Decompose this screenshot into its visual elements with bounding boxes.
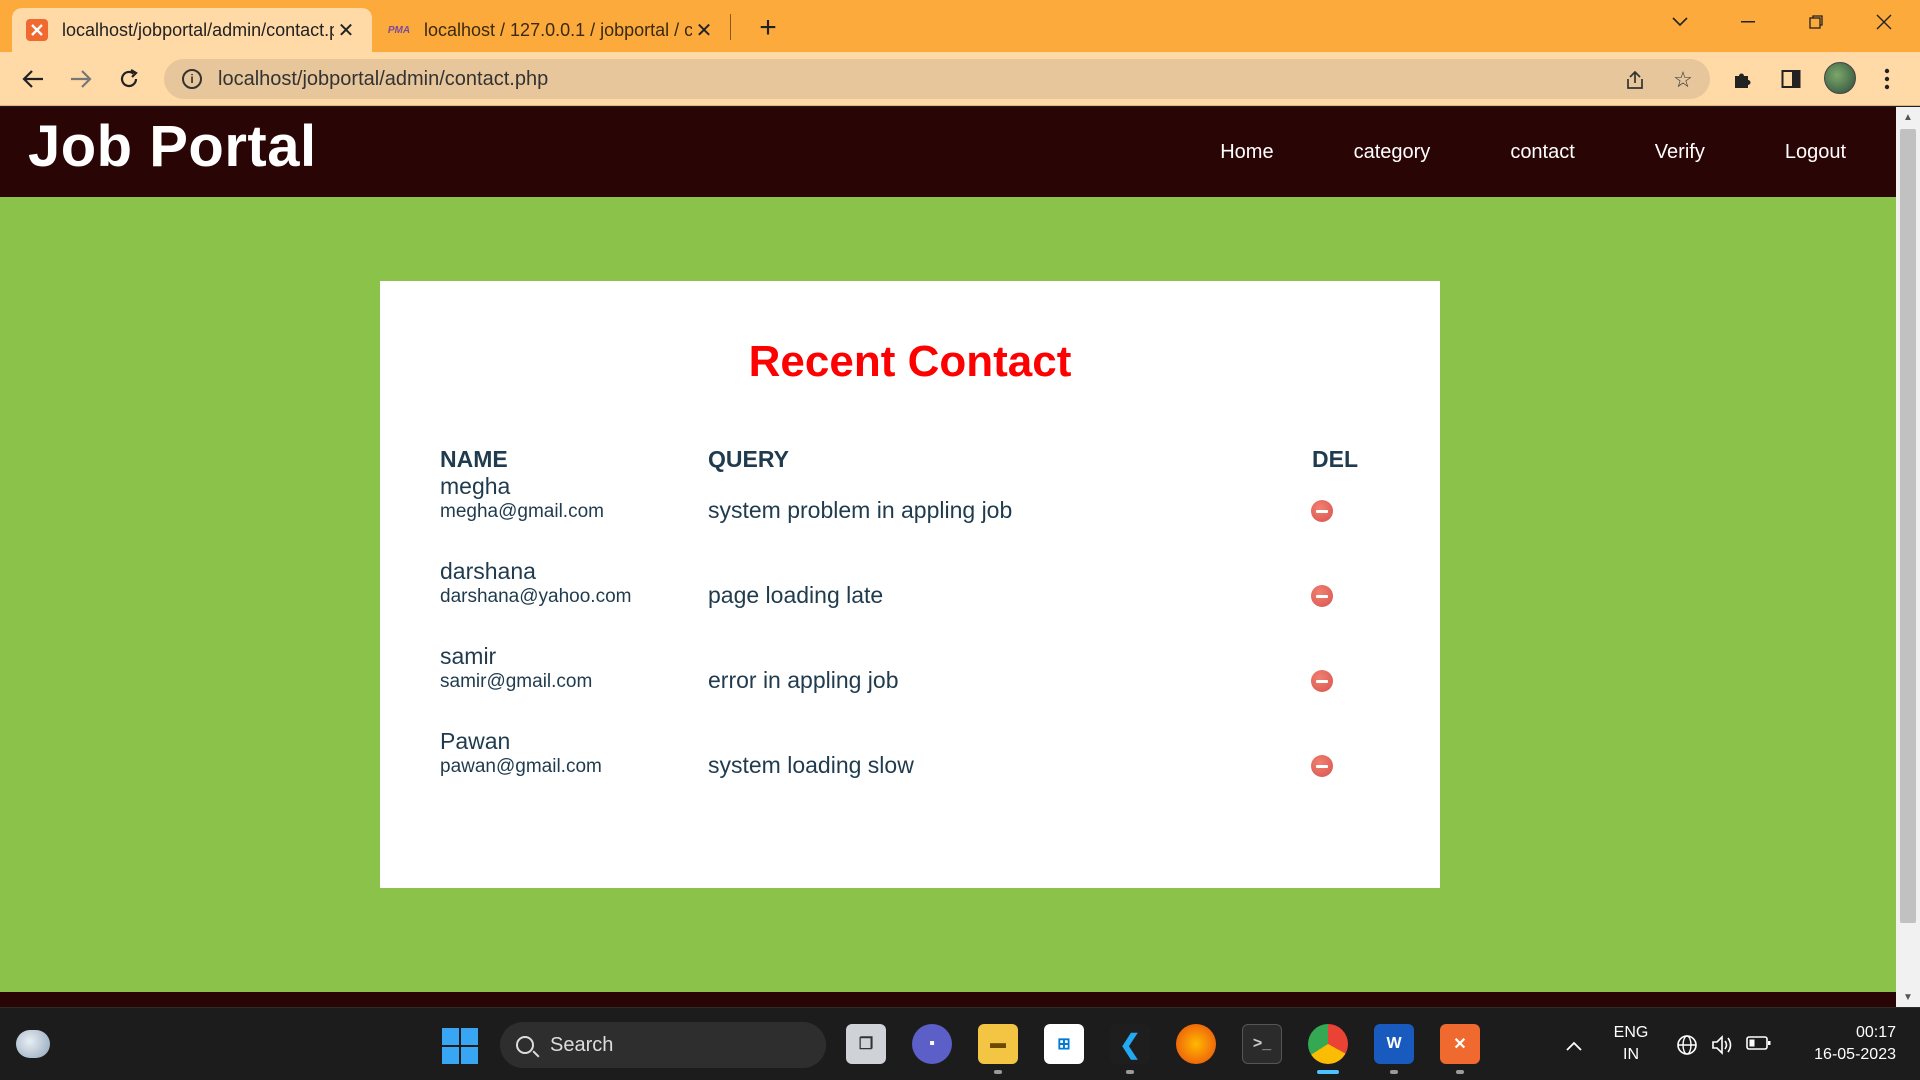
site-nav: Home category contact Verify Logout: [1220, 107, 1896, 197]
close-tab-icon[interactable]: ✕: [334, 18, 358, 43]
delete-icon[interactable]: [1311, 670, 1333, 692]
header-query: QUERY: [708, 446, 789, 472]
weather-icon[interactable]: [16, 1030, 50, 1058]
profile-avatar[interactable]: [1824, 62, 1856, 94]
url-text: localhost/jobportal/admin/contact.php: [218, 67, 549, 90]
word-icon[interactable]: W: [1374, 1024, 1414, 1064]
taskbar-search-label: Search: [550, 1033, 614, 1056]
clock-date[interactable]: 16-05-2023: [1776, 1046, 1896, 1064]
tab-divider: [730, 14, 731, 40]
back-icon[interactable]: [14, 60, 52, 98]
close-tab-icon[interactable]: ✕: [692, 18, 716, 43]
contact-name: Pawan: [440, 728, 511, 754]
contact-email: samir@gmail.com: [440, 671, 593, 692]
nav-contact[interactable]: contact: [1510, 141, 1574, 164]
page-title: Recent Contact: [748, 337, 1072, 386]
network-icon[interactable]: [1676, 1034, 1698, 1062]
contact-query: system problem in appling job: [708, 497, 1013, 523]
tab-phpmyadmin[interactable]: PMA localhost / 127.0.0.1 / jobportal / …: [374, 8, 730, 52]
delete-icon[interactable]: [1311, 585, 1333, 607]
show-hidden-icons-icon[interactable]: [1566, 1034, 1582, 1057]
bookmark-star-icon[interactable]: ☆: [1670, 67, 1696, 93]
contact-query: error in appling job: [708, 667, 899, 693]
contact-row: Pawan pawan@gmail.com system loading slo…: [380, 728, 1440, 813]
contact-email: darshana@yahoo.com: [440, 586, 632, 607]
delete-icon[interactable]: [1311, 500, 1333, 522]
contact-row: darshana darshana@yahoo.com page loading…: [380, 558, 1440, 643]
new-tab-button[interactable]: +: [748, 8, 788, 48]
header-name: NAME: [440, 446, 508, 472]
contact-row: samir samir@gmail.com error in appling j…: [380, 643, 1440, 728]
tab-title: localhost/jobportal/admin/contact.php: [62, 19, 334, 40]
file-explorer-icon[interactable]: ▬: [978, 1024, 1018, 1064]
active-indicator: [1317, 1070, 1339, 1074]
xampp-icon: [26, 19, 48, 41]
running-indicator: [1456, 1070, 1464, 1074]
minimize-icon[interactable]: [1718, 0, 1778, 44]
region-indicator[interactable]: IN: [1606, 1046, 1656, 1064]
site-header: Job Portal Home category contact Verify …: [0, 107, 1896, 197]
address-bar[interactable]: i localhost/jobportal/admin/contact.php …: [164, 59, 1710, 99]
chrome-icon[interactable]: [1308, 1024, 1348, 1064]
browser-menu-icon[interactable]: [1872, 64, 1902, 94]
clock-time[interactable]: 00:17: [1796, 1024, 1896, 1042]
scroll-down-icon[interactable]: ▼: [1896, 987, 1920, 1007]
site-footer: [0, 992, 1896, 1007]
site-info-icon[interactable]: i: [182, 69, 202, 89]
terminal-icon[interactable]: >_: [1242, 1024, 1282, 1064]
scroll-up-icon[interactable]: ▲: [1896, 107, 1920, 127]
nav-category[interactable]: category: [1354, 141, 1431, 164]
task-view-icon[interactable]: ❐: [846, 1024, 886, 1064]
volume-icon[interactable]: [1710, 1034, 1734, 1062]
delete-icon[interactable]: [1311, 755, 1333, 777]
page-scrollbar[interactable]: ▲ ▼: [1896, 107, 1920, 1007]
running-indicator: [1390, 1070, 1398, 1074]
xampp-icon[interactable]: ✕: [1440, 1024, 1480, 1064]
teams-chat-icon[interactable]: ▪: [912, 1024, 952, 1064]
close-window-icon[interactable]: [1854, 0, 1914, 44]
running-indicator: [1126, 1070, 1134, 1074]
tab-contact-page[interactable]: localhost/jobportal/admin/contact.php ✕: [12, 8, 372, 52]
page-viewport: Job Portal Home category contact Verify …: [0, 107, 1896, 1007]
contact-query: page loading late: [708, 582, 884, 608]
forward-icon[interactable]: [62, 60, 100, 98]
nav-verify[interactable]: Verify: [1655, 141, 1705, 164]
contact-query: system loading slow: [708, 752, 914, 778]
battery-icon[interactable]: [1746, 1034, 1772, 1057]
nav-home[interactable]: Home: [1220, 141, 1273, 164]
nav-logout[interactable]: Logout: [1785, 141, 1846, 164]
extensions-icon[interactable]: [1728, 64, 1758, 94]
reload-icon[interactable]: [110, 60, 148, 98]
contact-name: darshana: [440, 558, 536, 584]
search-icon: [516, 1036, 534, 1054]
contact-row: megha megha@gmail.com system problem in …: [380, 473, 1440, 558]
tab-strip: localhost/jobportal/admin/contact.php ✕ …: [0, 0, 1920, 52]
start-icon[interactable]: [442, 1028, 478, 1064]
running-indicator: [994, 1070, 1002, 1074]
contact-name: samir: [440, 643, 497, 669]
site-brand[interactable]: Job Portal: [28, 113, 317, 180]
phpmyadmin-icon: PMA: [387, 24, 411, 36]
contact-card: Recent Contact NAME QUERY DEL megha megh…: [380, 281, 1440, 888]
vscode-icon[interactable]: ❮: [1110, 1024, 1150, 1064]
scrollbar-thumb[interactable]: [1900, 129, 1916, 923]
taskbar: Search ❐ ▪ ▬ ⊞ ❮ >_ W ✕ ENG IN 00:17 16-…: [0, 1007, 1920, 1080]
taskbar-search[interactable]: Search: [500, 1022, 826, 1068]
restore-icon[interactable]: [1786, 0, 1846, 44]
contact-name: megha: [440, 473, 511, 499]
contact-email: pawan@gmail.com: [440, 756, 602, 777]
browser-toolbar: i localhost/jobportal/admin/contact.php …: [0, 52, 1920, 106]
tab-title: localhost / 127.0.0.1 / jobportal / cont…: [424, 19, 692, 40]
contact-email: megha@gmail.com: [440, 501, 604, 522]
ms-store-icon[interactable]: ⊞: [1044, 1024, 1084, 1064]
share-icon[interactable]: [1622, 67, 1648, 93]
tab-search-chevron-icon[interactable]: [1650, 0, 1710, 44]
language-indicator[interactable]: ENG: [1606, 1024, 1656, 1042]
header-del: DEL: [1312, 446, 1358, 472]
side-panel-icon[interactable]: [1776, 64, 1806, 94]
firefox-icon[interactable]: [1176, 1024, 1216, 1064]
